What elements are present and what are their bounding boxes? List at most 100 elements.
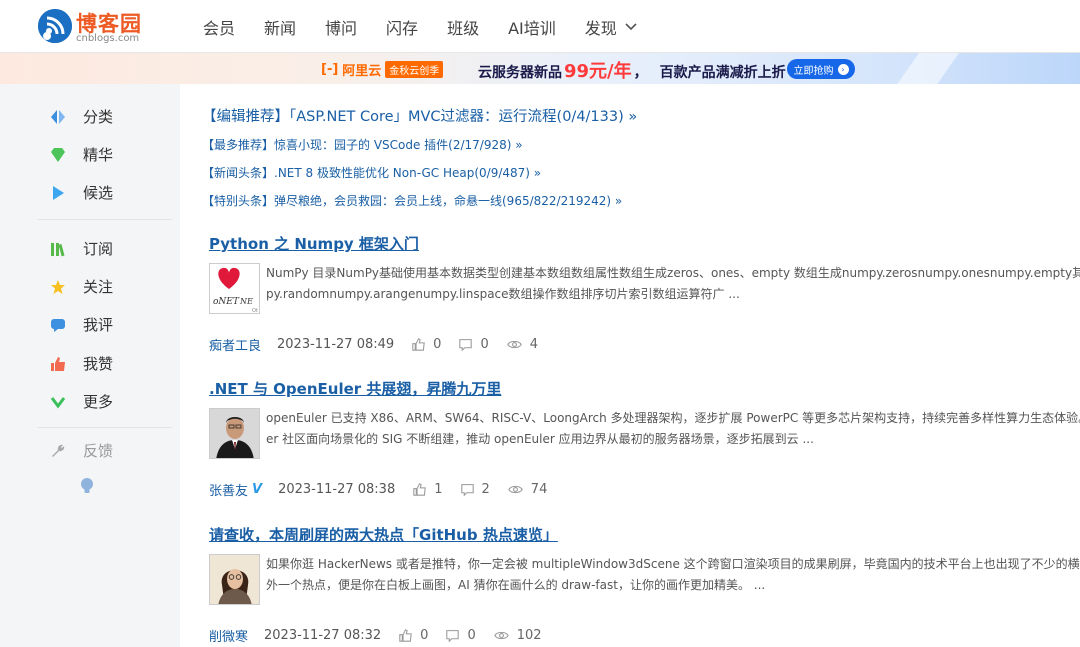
sidebar-divider — [38, 219, 172, 220]
gem-icon — [50, 147, 66, 163]
eye-icon — [493, 631, 509, 640]
headline-most-recommended[interactable]: 【最多推荐】惊喜小现：园子的 VSCode 插件(2/17/928) » — [202, 136, 523, 153]
headline-news[interactable]: 【新闻头条】.NET 8 极致性能优化 Non-GC Heap(0/9/487)… — [202, 164, 541, 181]
wrench-icon — [50, 443, 66, 459]
headline-special[interactable]: 【特别头条】弹尽粮绝，会员救园：会员上线，命悬一线(965/822/219242… — [202, 192, 622, 209]
author-avatar[interactable] — [209, 408, 260, 459]
sidebar-item-label: 订阅 — [83, 240, 114, 258]
sidebar-item-label: 我赞 — [83, 355, 114, 373]
post-meta: 痴者工良 2023-11-27 08:49 0 0 4 — [209, 335, 538, 354]
sidebar-item-label: 关注 — [83, 278, 114, 296]
sidebar-item-label: 候选 — [83, 184, 114, 202]
sidebar-item-label: 分类 — [83, 108, 114, 126]
post-date: 2023-11-27 08:38 — [278, 482, 396, 497]
aliyun-logo-icon: [-] — [321, 62, 339, 77]
nav-item-flash[interactable]: 闪存 — [386, 15, 418, 39]
comment-button[interactable]: 0 — [446, 628, 476, 643]
thumbs-up-icon — [413, 483, 427, 496]
sidebar-item-my-comments[interactable]: 我评 — [50, 314, 113, 335]
lightbulb-icon[interactable] — [80, 477, 94, 495]
post-item: .NET 与 OpenEuler 共展翅，昇腾九万里 openEuler 已支持… — [209, 378, 1080, 499]
view-count: 102 — [516, 628, 542, 643]
verified-badge: V — [252, 482, 263, 497]
nav-item-discover[interactable]: 发现 — [585, 15, 637, 39]
promo-suffix: 百款产品满减折上折 — [659, 65, 786, 81]
svg-text:Ot: Ot — [252, 308, 258, 314]
post-summary-line: er 社区面向场景化的 SIG 不断组建，推动 openEuler 应用边界从最… — [266, 432, 814, 446]
view-stat: 102 — [493, 628, 542, 643]
post-title[interactable]: .NET 与 OpenEuler 共展翅，昇腾九万里 — [209, 380, 501, 398]
banner-decoration — [883, 53, 967, 84]
post-author[interactable]: 削微寒 — [209, 626, 248, 645]
comment-icon — [50, 317, 66, 333]
headline-editor-pick[interactable]: 【编辑推荐】「ASP.NET Core」MVC过滤器：运行流程(0/4/133)… — [202, 105, 637, 126]
sidebar-item-category[interactable]: 分类 — [50, 106, 113, 127]
banner-buy-button[interactable]: 立即抢购 › — [787, 59, 855, 79]
sidebar-item-more[interactable]: 更多 — [50, 391, 113, 412]
left-sidebar: 分类 精华 候选 订阅 关注 我评 我赞 更多 反馈 — [0, 84, 180, 647]
svg-text:oNET: oNET — [213, 297, 240, 307]
comment-button[interactable]: 2 — [460, 482, 490, 497]
post-summary-line: openEuler 已支持 X86、ARM、SW64、RISC-V、LoongA… — [266, 411, 1080, 425]
like-button[interactable]: 1 — [413, 482, 443, 497]
like-count: 0 — [433, 337, 442, 352]
nav-item-news[interactable]: 新闻 — [264, 15, 296, 39]
nav-item-members[interactable]: 会员 — [203, 15, 235, 39]
post-meta: 张善友 V 2023-11-27 08:38 1 2 74 — [209, 480, 547, 499]
sidebar-item-label: 更多 — [83, 393, 114, 411]
post-date: 2023-11-27 08:32 — [264, 628, 382, 643]
comment-button[interactable]: 0 — [459, 337, 489, 352]
sidebar-item-candidates[interactable]: 候选 — [50, 182, 113, 203]
comment-icon — [460, 484, 474, 496]
thumbs-up-icon — [50, 356, 66, 372]
play-icon — [50, 185, 66, 201]
campaign-tag: 金秋云创季 — [385, 61, 444, 78]
author-avatar[interactable] — [209, 554, 260, 605]
ad-banner[interactable]: [-] 阿里云 金秋云创季 云服务器新品 99元/年， 百款产品满减折上折 立即… — [0, 53, 1080, 84]
comment-icon — [459, 339, 473, 351]
eye-icon — [507, 485, 523, 494]
post-author[interactable]: 痴者工良 — [209, 335, 261, 354]
sidebar-item-following[interactable]: 关注 — [50, 276, 113, 297]
post-item: Python 之 Numpy 框架入门 oNET NE Ot NumPy 目录N… — [209, 233, 1080, 354]
svg-text:NE: NE — [239, 297, 253, 306]
sidebar-item-feedback[interactable]: 反馈 — [50, 440, 113, 461]
sidebar-item-subscriptions[interactable]: 订阅 — [50, 238, 113, 259]
eye-icon — [506, 340, 522, 349]
like-button[interactable]: 0 — [412, 337, 441, 352]
star-icon — [50, 279, 66, 295]
nav-item-discover-label: 发现 — [584, 18, 617, 38]
sidebar-item-featured[interactable]: 精华 — [50, 144, 113, 165]
author-avatar[interactable]: oNET NE Ot — [209, 263, 260, 314]
view-stat: 74 — [507, 482, 548, 497]
arrow-right-icon: › — [837, 63, 849, 75]
view-count: 4 — [529, 337, 539, 352]
nav-item-classes[interactable]: 班级 — [447, 15, 479, 39]
view-count: 74 — [530, 482, 548, 497]
like-button[interactable]: 0 — [399, 628, 428, 643]
check-icon — [50, 394, 66, 410]
post-summary: openEuler 已支持 X86、ARM、SW64、RISC-V、LoongA… — [266, 408, 1080, 450]
chevron-down-icon — [625, 20, 637, 34]
site-logo[interactable]: 博客园 cnblogs.com — [38, 8, 148, 46]
like-count: 1 — [434, 482, 443, 497]
thumbs-up-icon — [412, 338, 425, 351]
post-author[interactable]: 张善友 — [209, 480, 248, 499]
nav-item-questions[interactable]: 博问 — [325, 15, 357, 39]
post-title[interactable]: 请查收，本周刷屏的两大热点「GitHub 热点速览」 — [209, 526, 558, 544]
post-title[interactable]: Python 之 Numpy 框架入门 — [209, 235, 419, 253]
aliyun-brand: [-] 阿里云 金秋云创季 — [321, 60, 444, 79]
view-stat: 4 — [506, 337, 539, 352]
promo-prefix: 云服务器新品 — [478, 65, 562, 81]
aliyun-brand-name: 阿里云 — [342, 64, 382, 79]
logo-subtitle: cnblogs.com — [76, 33, 140, 44]
sidebar-item-my-likes[interactable]: 我赞 — [50, 353, 113, 374]
nav-item-ai-training[interactable]: AI培训 — [508, 15, 556, 39]
banner-button-label: 立即抢购 — [793, 65, 834, 77]
books-icon — [50, 241, 66, 257]
post-summary-line: 如果你逛 HackerNews 或者是推特，你一定会被 multipleWind… — [266, 557, 1080, 571]
comment-count: 2 — [481, 482, 490, 497]
post-summary-line: 外一个热点，便是你在白板上画图，AI 猜你在画什么的 draw-fast，让你的… — [266, 578, 766, 592]
main-nav: 会员 新闻 博问 闪存 班级 AI培训 发现 — [203, 0, 666, 53]
promo-price: 99元/年 — [564, 61, 632, 82]
